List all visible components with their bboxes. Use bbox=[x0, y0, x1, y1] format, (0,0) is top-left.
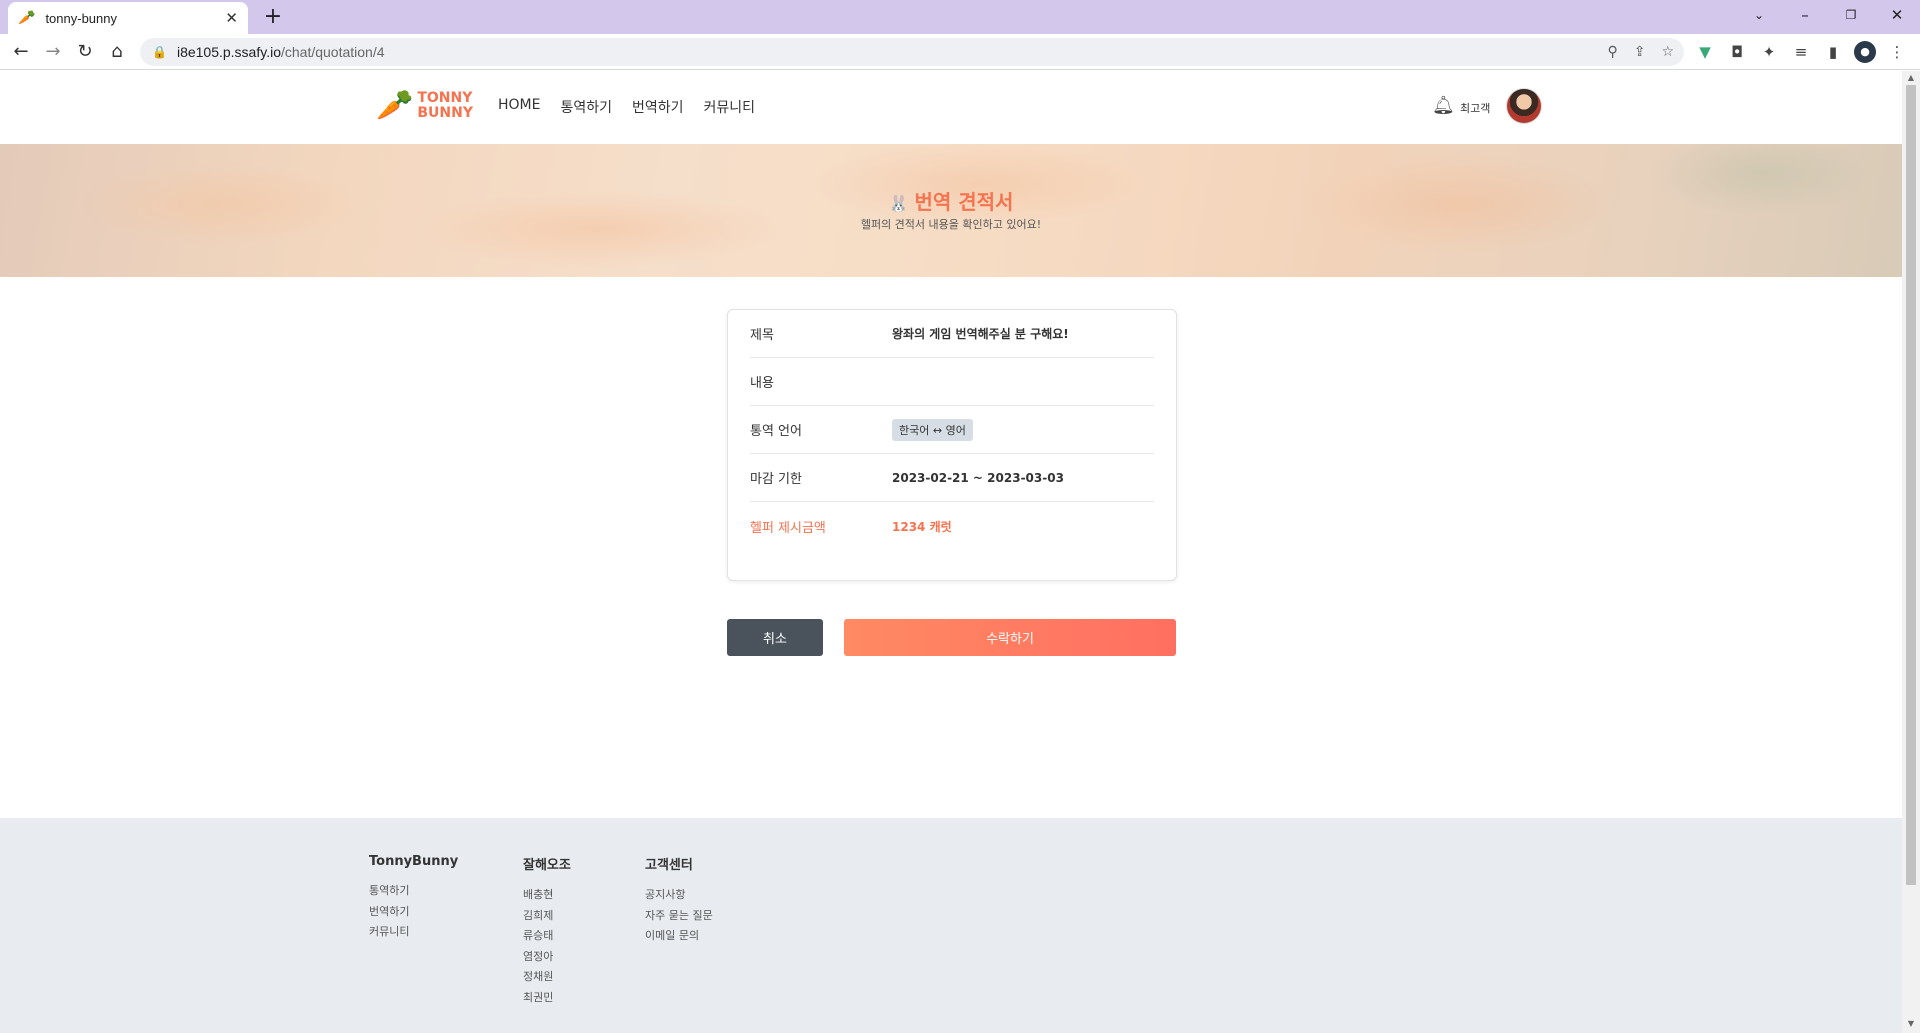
url-path: /chat/quotation/4 bbox=[280, 44, 385, 60]
footer-member: 최권민 bbox=[523, 990, 554, 1004]
new-tab-button[interactable]: + bbox=[260, 4, 286, 30]
address-bar[interactable]: 🔒 i8e105.p.ssafy.io/chat/quotation/4 ⚲ ⇪… bbox=[140, 38, 1684, 66]
footer-col1-title: TonnyBunny bbox=[369, 854, 459, 869]
carrot-logo-icon: 🥕 bbox=[376, 88, 414, 123]
tab-title: tonny-bunny bbox=[45, 10, 117, 26]
deadline-value: 2023-02-21 ~ 2023-03-03 bbox=[892, 470, 1064, 485]
deadline-label: 마감 기한 bbox=[750, 472, 802, 487]
scrollbar-thumb[interactable] bbox=[1906, 85, 1916, 885]
user-name[interactable]: 최고객 bbox=[1460, 100, 1490, 116]
cancel-button[interactable]: 취소 bbox=[727, 619, 823, 656]
content-label: 내용 bbox=[750, 376, 774, 391]
browser-tab-bar: 🥕 tonny-bunny ✕ + ⌄ – ❐ ✕ bbox=[0, 0, 1920, 34]
accept-button[interactable]: 수락하기 bbox=[844, 619, 1176, 656]
footer-col-tonnybunny: TonnyBunny 통역하기 번역하기 커뮤니티 bbox=[369, 854, 458, 943]
tab-search-icon[interactable]: ⌄ bbox=[1736, 0, 1782, 30]
logo-line2: BUNNY bbox=[417, 104, 473, 121]
footer-col-support: 고객센터 공지사항 자주 묻는 질문 이메일 문의 bbox=[645, 854, 713, 947]
reading-list-icon[interactable]: ≡ bbox=[1790, 41, 1812, 63]
quotation-row-title: 제목 왕좌의 게임 번역해주실 분 구해요! bbox=[750, 310, 1154, 358]
avatar[interactable] bbox=[1506, 88, 1542, 124]
page-scrollbar[interactable]: ▲ ▼ bbox=[1902, 71, 1920, 1033]
site-logo[interactable]: 🥕 TONNY BUNNY bbox=[376, 88, 473, 123]
logo-text: TONNY BUNNY bbox=[417, 89, 473, 121]
browser-toolbar: ← → ↻ ⌂ 🔒 i8e105.p.ssafy.io/chat/quotati… bbox=[0, 34, 1920, 70]
restore-button[interactable]: ❐ bbox=[1828, 0, 1874, 30]
reload-icon[interactable]: ↻ bbox=[72, 39, 98, 65]
quotation-row-price: 헬퍼 제시금액 1234 캐럿 bbox=[750, 502, 1154, 550]
footer-link-interpret[interactable]: 통역하기 bbox=[369, 881, 458, 902]
price-label: 헬퍼 제시금액 bbox=[750, 520, 826, 536]
nav-home[interactable]: HOME bbox=[498, 97, 540, 117]
zoom-icon[interactable]: ⚲ bbox=[1607, 44, 1617, 60]
url-host: i8e105.p.ssafy.io bbox=[176, 44, 281, 60]
carrot-favicon-icon: 🥕 bbox=[18, 10, 36, 26]
footer-col2-title: 잘해오조 bbox=[523, 858, 571, 873]
camera-extension-icon[interactable]: ◘ bbox=[1726, 41, 1748, 63]
page-title-text: 번역 견적서 bbox=[914, 190, 1014, 214]
forward-icon[interactable]: → bbox=[40, 39, 66, 65]
share-icon[interactable]: ⇪ bbox=[1634, 44, 1646, 60]
notification-bell-icon[interactable]: 🔔︎ bbox=[1432, 95, 1455, 116]
footer-member: 류승태 bbox=[523, 929, 554, 942]
close-tab-icon[interactable]: ✕ bbox=[225, 9, 238, 27]
footer-col3-title: 고객센터 bbox=[645, 858, 693, 873]
browser-menu-icon[interactable]: ⋮ bbox=[1886, 41, 1908, 63]
footer-link-notice[interactable]: 공지사항 bbox=[645, 885, 713, 906]
quotation-row-deadline: 마감 기한 2023-02-21 ~ 2023-03-03 bbox=[750, 454, 1154, 502]
footer-link-community[interactable]: 커뮤니티 bbox=[369, 922, 458, 943]
close-window-button[interactable]: ✕ bbox=[1874, 0, 1920, 30]
footer-member: 김희제 bbox=[523, 908, 554, 922]
site-footer: TonnyBunny 통역하기 번역하기 커뮤니티 잘해오조 배충현 김희제 류… bbox=[0, 818, 1902, 1033]
bunny-icon: 🐰 bbox=[888, 194, 909, 213]
main-nav: HOME 통역하기 번역하기 커뮤니티 bbox=[498, 97, 755, 117]
lock-icon: 🔒 bbox=[152, 45, 167, 59]
side-panel-icon[interactable]: ▮ bbox=[1822, 41, 1844, 63]
language-label: 통역 언어 bbox=[750, 424, 802, 439]
logo-line1: TONNY bbox=[417, 89, 473, 106]
title-label: 제목 bbox=[750, 328, 774, 343]
browser-tab[interactable]: 🥕 tonny-bunny ✕ bbox=[8, 2, 248, 34]
page-subtitle: 헬퍼의 견적서 내용을 확인하고 있어요! bbox=[860, 218, 1042, 231]
footer-member: 배충현 bbox=[523, 888, 554, 901]
footer-col-team: 잘해오조 배충현 김희제 류승태 염정아 정채원 최권민 bbox=[523, 854, 571, 1008]
omnibox-icons: ⚲ ⇪ ☆ bbox=[1607, 38, 1674, 66]
scroll-up-icon[interactable]: ▲ bbox=[1906, 73, 1916, 82]
back-icon[interactable]: ← bbox=[8, 39, 34, 65]
footer-member: 정채원 bbox=[523, 970, 554, 983]
url-text: i8e105.p.ssafy.io/chat/quotation/4 bbox=[177, 44, 385, 60]
site-header: 🥕 TONNY BUNNY HOME 통역하기 번역하기 커뮤니티 🔔︎ 최고객 bbox=[0, 71, 1902, 144]
home-icon[interactable]: ⌂ bbox=[104, 39, 130, 65]
page-title: 🐰 번역 견적서 bbox=[0, 186, 1902, 215]
language-chip: 한국어 ↔ 영어 bbox=[892, 418, 973, 441]
nav-community[interactable]: 커뮤니티 bbox=[704, 97, 756, 117]
profile-icon[interactable]: ● bbox=[1854, 41, 1876, 63]
minimize-button[interactable]: – bbox=[1782, 0, 1828, 30]
quotation-row-language: 통역 언어 한국어 ↔ 영어 bbox=[750, 406, 1154, 454]
hero-banner: 🐰 번역 견적서 헬퍼의 견적서 내용을 확인하고 있어요! bbox=[0, 144, 1902, 277]
vue-devtools-icon[interactable]: ▼ bbox=[1694, 41, 1716, 63]
price-value: 1234 캐럿 bbox=[892, 519, 952, 534]
quotation-card: 제목 왕좌의 게임 번역해주실 분 구해요! 내용 통역 언어 한국어 ↔ 영어… bbox=[727, 309, 1177, 581]
extensions-puzzle-icon[interactable]: ✦ bbox=[1758, 41, 1780, 63]
footer-link-email[interactable]: 이메일 문의 bbox=[645, 926, 713, 947]
bookmark-star-icon[interactable]: ☆ bbox=[1661, 44, 1674, 60]
footer-link-translate[interactable]: 번역하기 bbox=[369, 902, 458, 923]
scroll-down-icon[interactable]: ▼ bbox=[1906, 1019, 1916, 1028]
footer-link-faq[interactable]: 자주 묻는 질문 bbox=[645, 906, 713, 927]
nav-translate[interactable]: 번역하기 bbox=[632, 97, 684, 117]
nav-interpret[interactable]: 통역하기 bbox=[560, 97, 612, 117]
title-value: 왕좌의 게임 번역해주실 분 구해요! bbox=[892, 327, 1069, 341]
footer-member: 염정아 bbox=[523, 949, 554, 963]
quotation-row-content: 내용 bbox=[750, 358, 1154, 406]
